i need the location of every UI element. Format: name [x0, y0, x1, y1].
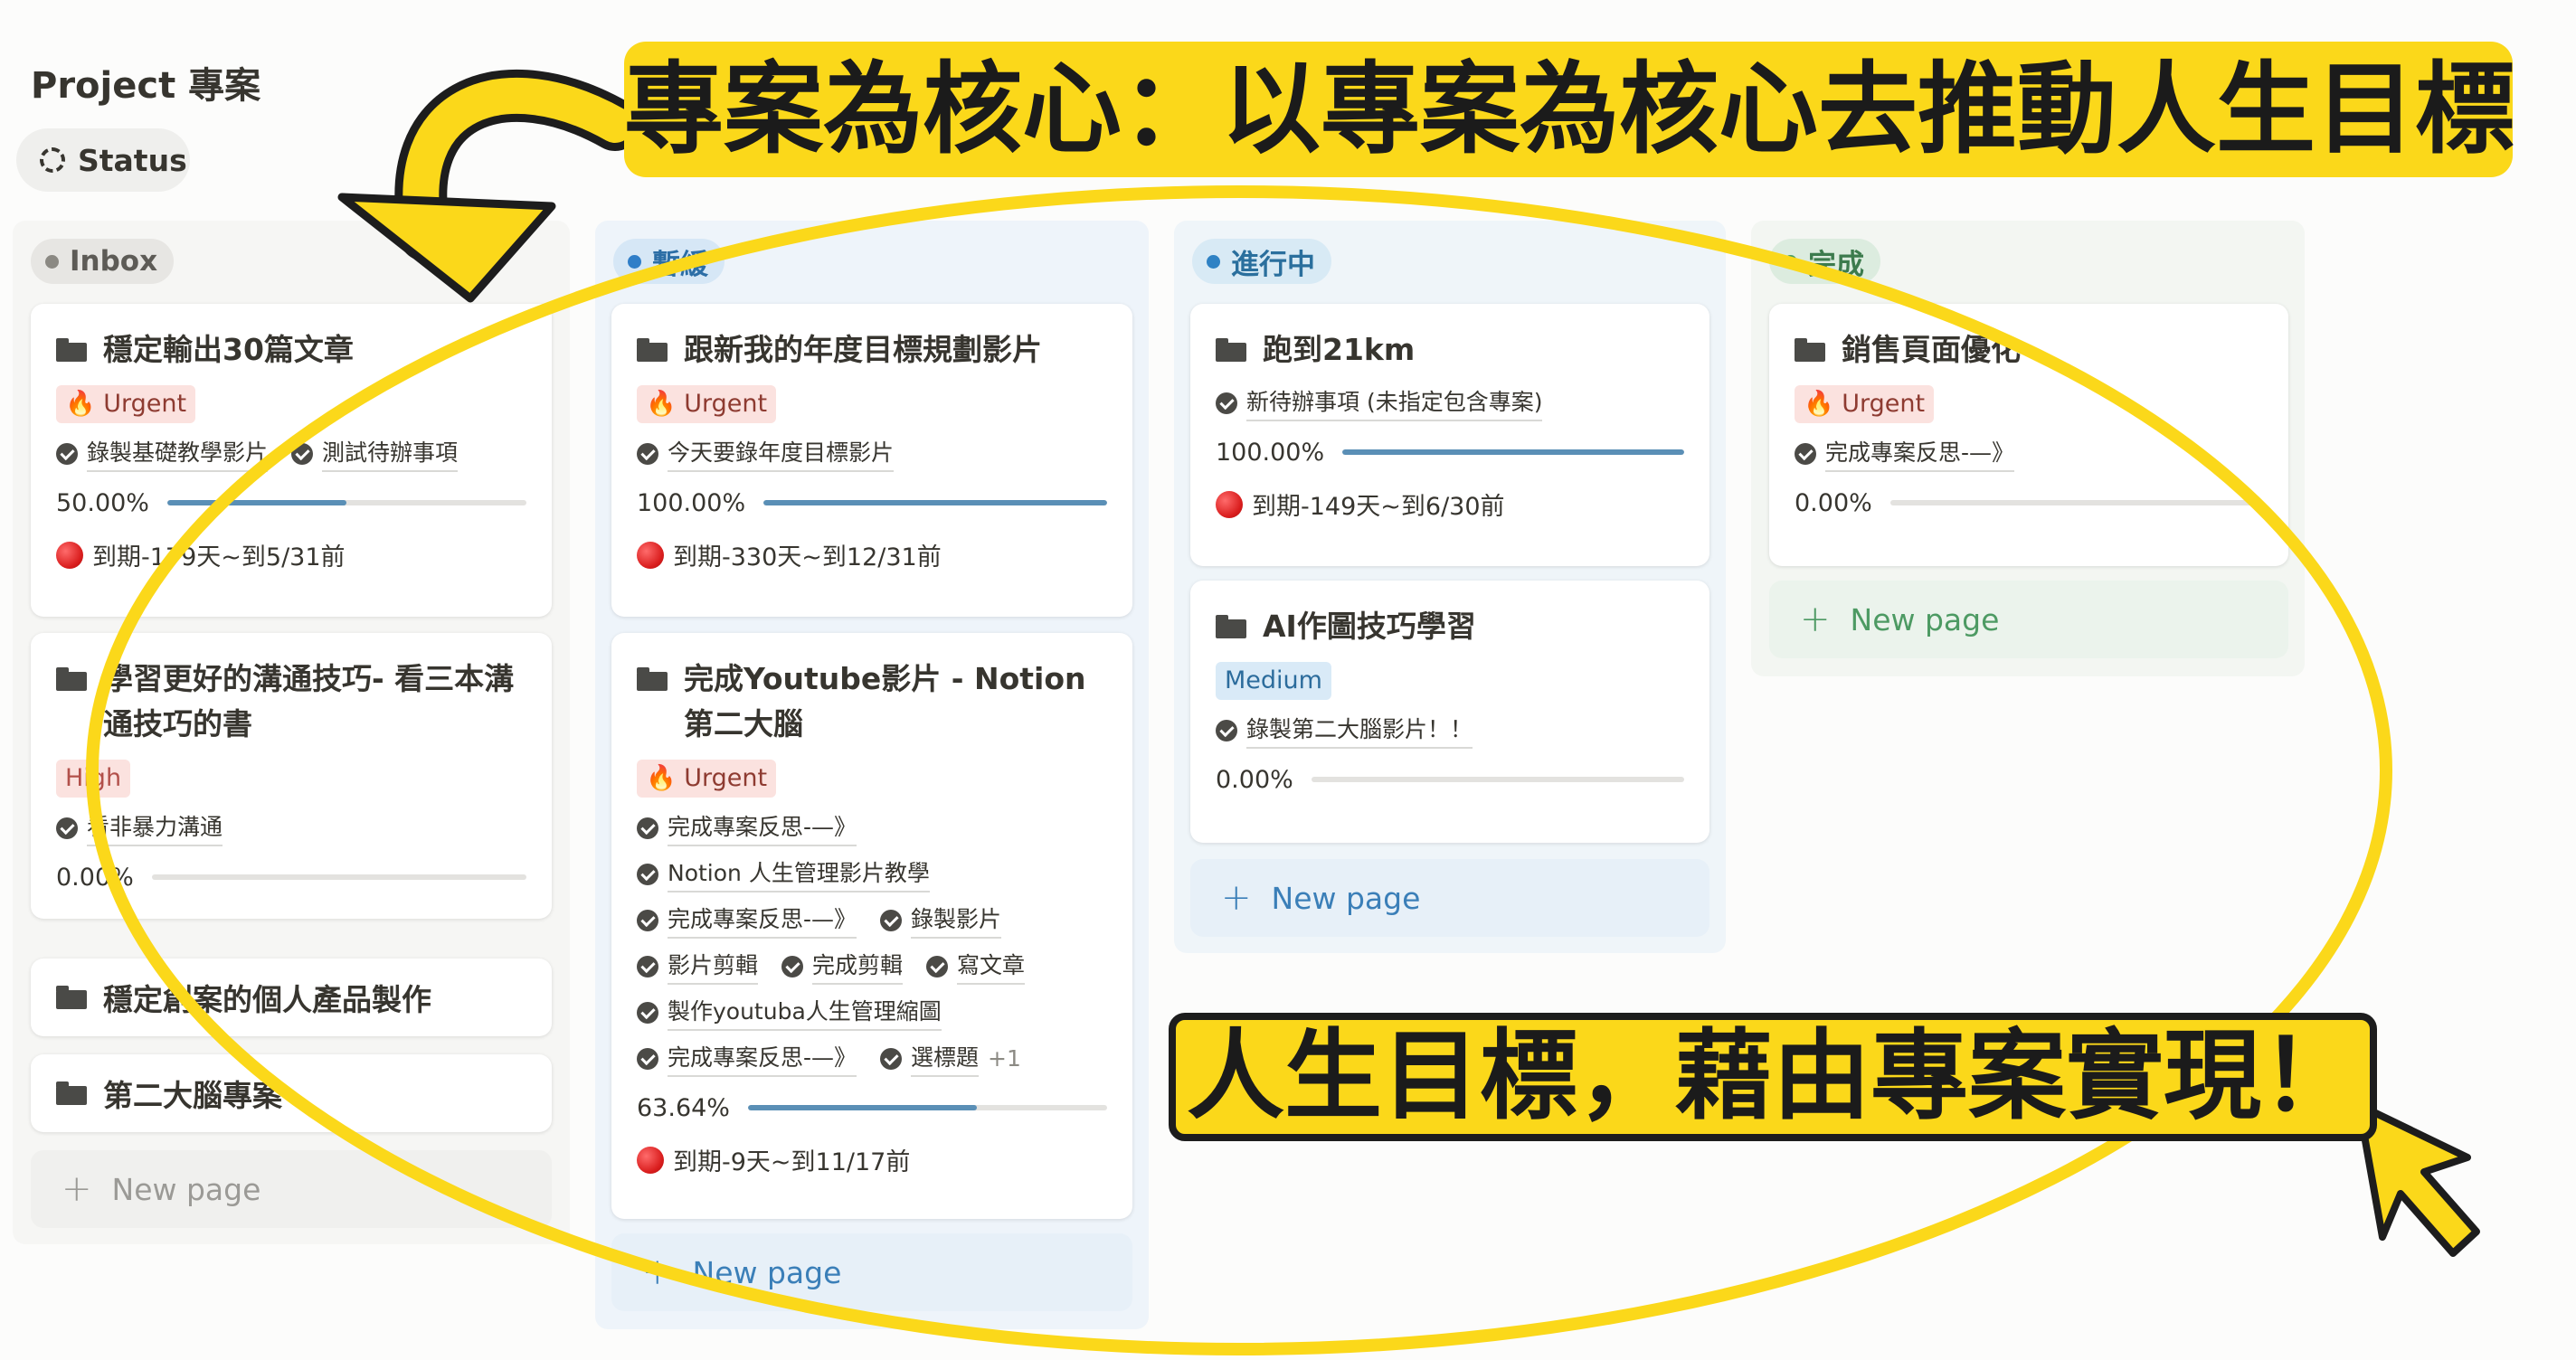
bottom-highlight-banner: 人生目標，藉由專案實現！ [1169, 1013, 2377, 1141]
top-highlight-banner: 專案為核心：以專案為核心去推動人生目標 [624, 42, 2514, 177]
annotation-overlay [86, 70, 2480, 1355]
curved-arrow-icon [337, 70, 641, 303]
highlight-ellipse [86, 185, 2392, 1355]
